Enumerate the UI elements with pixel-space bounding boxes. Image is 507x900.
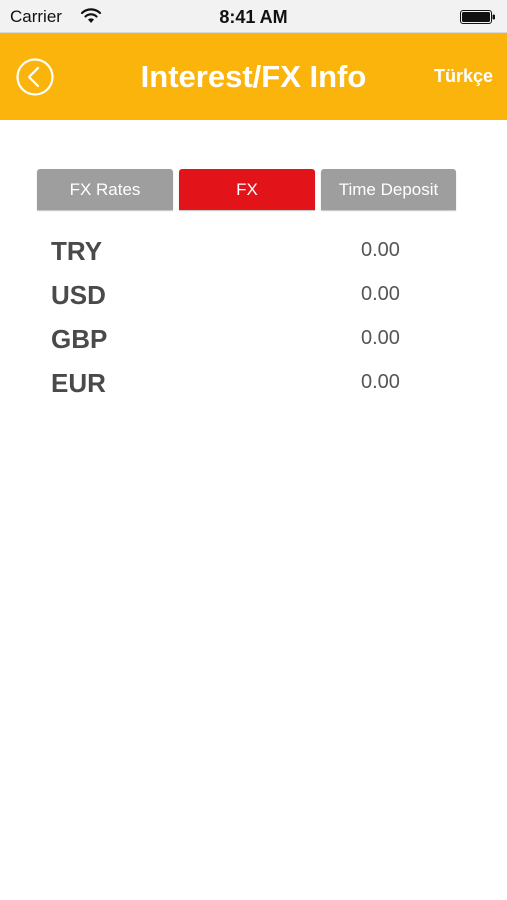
tab-time-deposit[interactable]: Time Deposit	[321, 169, 456, 210]
page-title: Interest/FX Info	[140, 59, 367, 94]
language-toggle-button[interactable]: Türkçe	[434, 66, 493, 87]
app-header: Interest/FX Info Türkçe	[0, 33, 507, 120]
currency-code: GBP	[51, 324, 108, 354]
rate-value: 0.00	[361, 283, 400, 305]
tab-bar: FX Rates FX Time Deposit	[37, 169, 457, 211]
currency-code: TRY	[51, 236, 103, 266]
status-time: 8:41 AM	[219, 7, 288, 27]
rate-value: 0.00	[361, 371, 400, 393]
rate-value: 0.00	[361, 239, 400, 261]
rate-row-eur: EUR 0.00	[51, 368, 457, 408]
rate-row-gbp: GBP 0.00	[51, 324, 457, 364]
rate-value: 0.00	[361, 327, 400, 349]
rate-row-try: TRY 0.00	[51, 236, 457, 276]
tab-fx-rates[interactable]: FX Rates	[37, 169, 173, 210]
battery-icon	[460, 10, 495, 24]
tab-fx[interactable]: FX	[179, 169, 315, 210]
currency-code: USD	[51, 280, 106, 310]
currency-code: EUR	[51, 368, 106, 398]
rate-row-usd: USD 0.00	[51, 280, 457, 320]
status-bar: Carrier 8:41 AM	[0, 0, 507, 33]
